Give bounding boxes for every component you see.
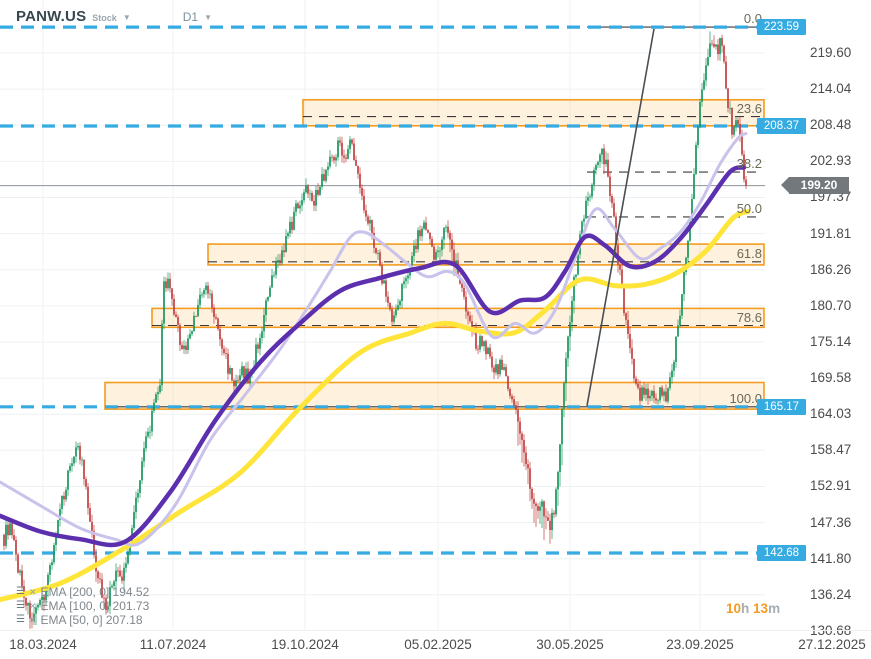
price-tick: 186.26 (810, 261, 852, 277)
price-tick: 169.58 (810, 370, 852, 386)
indicator-legend: ☰ ✕ EMA [200, 0] 194.52 ☰ ✕ EMA [100, 0] 201.… (16, 585, 149, 627)
indicator-label: EMA [100, 0] 201.73 (40, 599, 150, 613)
timeframe-selector[interactable]: D1 (183, 10, 198, 24)
time-axis[interactable]: 18.03.2024 11.07.2024 19.10.2024 05.02.2025… (0, 630, 871, 659)
price-tick: 214.04 (810, 81, 852, 97)
fib-level-label: 0.0 (743, 11, 762, 27)
price-tick: 180.70 (810, 297, 852, 313)
chart-header: PANW.US Stock ▼ D1 ▼ (16, 8, 212, 25)
price-axis[interactable]: 219.60 214.04 208.48 202.93 197.37 191.81 186.… (765, 0, 871, 638)
date-tick: 18.03.2024 (9, 637, 77, 652)
indicator-remove-icon[interactable]: ✕ (29, 601, 37, 611)
indicator-label: EMA [50, 0] 207.18 (40, 613, 143, 627)
timeframe-dropdown-caret-icon[interactable]: ▼ (204, 13, 212, 22)
date-tick: 05.02.2025 (404, 637, 472, 652)
indicator-settings-icon[interactable]: ☰ (16, 587, 25, 597)
price-tick: 202.93 (810, 153, 852, 169)
fib-level-label: 38.2 (736, 156, 762, 172)
date-tick: 19.10.2024 (271, 637, 339, 652)
symbol-label[interactable]: PANW.US (16, 8, 86, 25)
fib-level-label: 50.0 (736, 200, 762, 216)
price-tick: 141.80 (810, 550, 852, 566)
price-chart[interactable] (0, 0, 765, 630)
price-tick: 191.81 (810, 225, 852, 241)
price-tick: 208.48 (810, 117, 852, 133)
fib-level-label: 61.8 (736, 245, 762, 261)
date-tick: 30.05.2025 (536, 637, 604, 652)
date-tick: 23.09.2025 (666, 637, 734, 652)
indicator-remove-icon[interactable]: ✕ (29, 587, 37, 597)
price-tick: 164.03 (810, 406, 852, 422)
indicator-settings-icon[interactable]: ☰ (16, 615, 25, 625)
price-line-tag: 223.59 (757, 19, 806, 36)
fib-level-label: 78.6 (736, 309, 762, 325)
candle-countdown-timer: 10h 13m (726, 601, 780, 616)
countdown-segment: 10 (726, 601, 742, 616)
symbol-dropdown-caret-icon[interactable]: ▼ (123, 13, 131, 22)
date-tick: 27.12.2025 (798, 637, 866, 652)
price-line-tag: 208.37 (757, 117, 806, 134)
trading-platform-window: PANW.US Stock ▼ D1 ▼ 0.0 23.6 38.2 50.0 61.8… (0, 0, 871, 659)
indicator-legend-row: ☰ ✕ EMA [100, 0] 201.73 (16, 599, 149, 613)
price-tick: 158.47 (810, 442, 852, 458)
date-tick: 11.07.2024 (139, 637, 207, 652)
indicator-legend-row: ☰ ✕ EMA [50, 0] 207.18 (16, 613, 149, 627)
price-line-tag: 142.68 (757, 544, 806, 561)
countdown-segment: m (768, 601, 781, 616)
indicator-remove-icon[interactable]: ✕ (29, 615, 37, 625)
current-price-tag: 199.20 (781, 177, 849, 195)
fib-level-label: 100.0 (729, 390, 762, 406)
indicator-legend-row: ☰ ✕ EMA [200, 0] 194.52 (16, 585, 149, 599)
countdown-segment: 13 (753, 601, 769, 616)
indicator-label: EMA [200, 0] 194.52 (40, 585, 150, 599)
fib-retracement-lines (105, 26, 763, 408)
chart-plot-area[interactable]: PANW.US Stock ▼ D1 ▼ 0.0 23.6 38.2 50.0 61.8… (0, 0, 780, 630)
price-tick: 147.36 (810, 514, 852, 530)
countdown-segment: h (741, 601, 754, 616)
price-tick: 152.91 (810, 478, 852, 494)
price-line-tag: 165.17 (757, 398, 806, 415)
instrument-type-label: Stock (92, 13, 117, 23)
price-tick: 219.60 (810, 45, 852, 60)
price-tick: 136.24 (810, 586, 852, 602)
fib-level-label: 23.6 (736, 100, 762, 116)
price-tick: 175.14 (810, 333, 852, 349)
indicator-settings-icon[interactable]: ☰ (16, 601, 25, 611)
ema-lines-layer (0, 132, 751, 603)
ema-50-line (0, 132, 748, 547)
